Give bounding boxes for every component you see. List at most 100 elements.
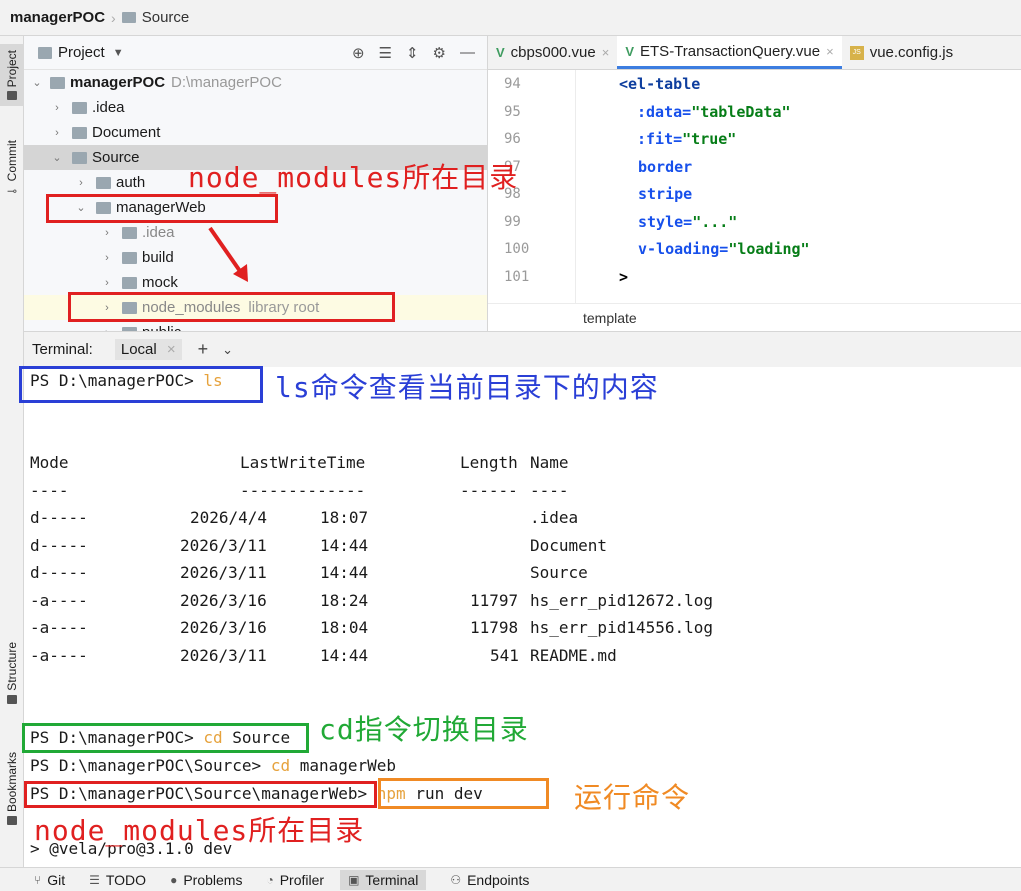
tool-tab-project-label: Project <box>5 50 19 88</box>
terminal-line: PS D:\managerPOC\Source> cd managerWeb <box>30 756 396 775</box>
code-editor[interactable]: 94 95 96 97 98 99 100 101 <el-table :dat… <box>488 70 1021 303</box>
problems-icon: ● <box>170 872 178 887</box>
tree-item-label: auth <box>116 174 146 191</box>
toolbar-git[interactable]: ⑂ Git <box>34 872 65 888</box>
tree-item-label: managerPOC <box>70 74 166 91</box>
code-tag: <el-table <box>619 75 701 93</box>
row-time: 18:24 <box>320 591 369 610</box>
editor-breadcrumb[interactable]: template <box>488 303 1021 331</box>
toolbar-label: Profiler <box>279 871 325 888</box>
terminal-argument: managerWeb <box>290 756 397 775</box>
code-line: style="..." <box>638 213 737 231</box>
project-panel-title[interactable]: Project <box>58 44 105 61</box>
row-time: 14:44 <box>320 646 369 665</box>
gear-icon[interactable]: ⚙ <box>433 44 446 62</box>
annotation-box-node-modules <box>68 292 395 322</box>
tool-tab-project[interactable]: Project <box>0 44 24 107</box>
tool-tab-structure[interactable]: Structure <box>0 642 24 704</box>
toolbar-todo[interactable]: ☰ TODO <box>89 872 146 888</box>
chevron-down-icon[interactable]: ⌄ <box>30 76 44 89</box>
add-icon[interactable]: + <box>198 339 209 360</box>
toolbar-profiler[interactable]: ◔ Profiler <box>266 872 324 888</box>
tool-tab-bookmarks[interactable]: Bookmarks <box>0 752 24 826</box>
row-name: hs_err_pid14556.log <box>530 618 714 637</box>
chevron-right-icon[interactable]: › <box>100 252 114 264</box>
chevron-right-icon[interactable]: › <box>100 227 114 239</box>
row-time: 18:07 <box>320 508 369 527</box>
toolbar-terminal[interactable]: ▣ Terminal <box>340 869 427 890</box>
chevron-down-icon[interactable]: ▼ <box>113 47 124 59</box>
row-mode: -a---- <box>30 646 88 665</box>
line-number: 94 <box>504 76 521 92</box>
column-header-length: Length <box>460 453 518 472</box>
folder-icon <box>121 12 136 23</box>
terminal-tab-label: Local <box>120 341 157 358</box>
row-date: 2026/4/4 <box>190 508 268 527</box>
row-name: .idea <box>530 508 579 527</box>
git-branch-icon: ⑂ <box>34 872 42 887</box>
tree-item-document[interactable]: › Document <box>24 120 487 145</box>
bookmark-icon <box>7 816 17 826</box>
row-mode: -a---- <box>30 618 88 637</box>
tree-item-path: D:\managerPOC <box>171 74 282 91</box>
tab-cbps000[interactable]: V cbps000.vue × <box>488 36 617 69</box>
line-number: 100 <box>504 241 530 257</box>
close-icon[interactable]: × <box>602 45 610 60</box>
chevron-right-icon[interactable]: › <box>50 102 64 114</box>
line-number: 101 <box>504 269 530 285</box>
code-attr: style= <box>638 213 693 231</box>
column-underline: ------------- <box>240 481 366 500</box>
hide-icon[interactable]: — <box>460 44 475 62</box>
tab-vue-config[interactable]: JS vue.config.js <box>842 36 961 69</box>
code-attr: :data= <box>637 103 692 121</box>
row-date: 2026/3/11 <box>180 563 267 582</box>
row-date: 2026/3/11 <box>180 536 267 555</box>
chevron-right-icon[interactable]: › <box>100 277 114 289</box>
breadcrumb-folder[interactable]: Source <box>142 9 190 26</box>
row-name: README.md <box>530 646 617 665</box>
close-icon[interactable]: × <box>826 44 834 59</box>
folder-icon <box>72 101 87 114</box>
commit-icon: ⊸ <box>6 184 18 199</box>
toolbar-endpoints[interactable]: ⚇ Endpoints <box>450 872 529 888</box>
code-attr: v-loading= <box>638 240 729 258</box>
terminal-header: Terminal: Local × + ⌄ <box>24 331 1021 367</box>
annotation-node-modules-top: node_modules所在目录 <box>188 161 519 194</box>
tree-item-idea[interactable]: › .idea <box>24 95 487 120</box>
list-icon: ☰ <box>89 872 100 887</box>
chevron-right-icon[interactable]: › <box>74 177 88 189</box>
column-header-mode: Mode <box>30 453 69 472</box>
expand-all-icon[interactable]: ☰ <box>379 44 392 62</box>
line-number: 96 <box>504 131 521 147</box>
toolbar-problems[interactable]: ● Problems <box>170 872 242 888</box>
annotation-box-npm <box>378 778 549 809</box>
terminal-tab-local[interactable]: Local × <box>114 339 182 360</box>
chevron-down-icon[interactable]: ⌄ <box>50 151 64 164</box>
code-line: <el-table <box>619 75 700 93</box>
terminal-title: Terminal: <box>32 341 93 358</box>
annotation-arrow <box>208 226 248 282</box>
left-tool-strip: Project Commit ⊸ Structure Bookmarks <box>0 36 24 867</box>
breadcrumb: managerPOC › Source <box>0 0 1021 36</box>
annotation-box-cd <box>22 723 309 753</box>
row-time: 14:44 <box>320 536 369 555</box>
close-icon[interactable]: × <box>167 341 176 358</box>
tree-item-root[interactable]: ⌄ managerPOC D:\managerPOC <box>24 70 487 95</box>
collapse-all-icon[interactable]: ⇕ <box>406 44 419 62</box>
folder-icon <box>7 91 17 101</box>
folder-icon <box>122 276 137 289</box>
breadcrumb-project[interactable]: managerPOC <box>10 9 105 26</box>
tree-item-label: Document <box>92 124 161 141</box>
tool-tab-commit[interactable]: Commit ⊸ <box>0 140 24 198</box>
code-attr: :fit= <box>637 130 683 148</box>
tab-label: cbps000.vue <box>510 44 596 61</box>
column-underline: ------ <box>460 481 518 500</box>
tab-label: ETS-TransactionQuery.vue <box>640 42 821 60</box>
chevron-right-icon[interactable]: › <box>50 127 64 139</box>
tree-item-label: Source <box>92 149 140 166</box>
tab-ets-transactionquery[interactable]: V ETS-TransactionQuery.vue × <box>617 36 842 69</box>
locate-icon[interactable]: ⊕ <box>352 44 365 62</box>
annotation-box-ls <box>19 366 263 403</box>
editor-tabs: V cbps000.vue × V ETS-TransactionQuery.v… <box>488 36 1021 70</box>
chevron-down-icon[interactable]: ⌄ <box>222 342 233 358</box>
